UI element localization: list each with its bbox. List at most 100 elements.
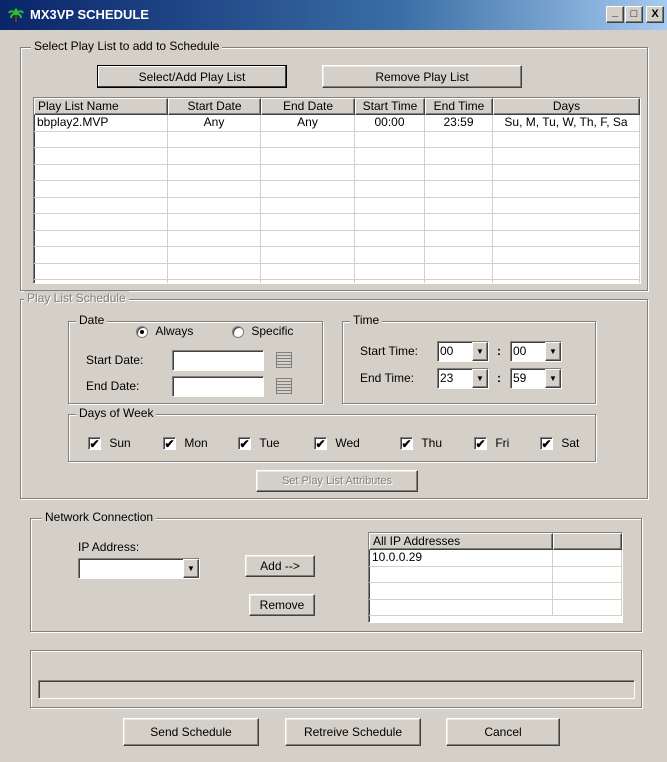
- checkmark-icon: ✔: [474, 436, 487, 451]
- chevron-down-icon[interactable]: ▼: [545, 369, 561, 388]
- table-cell: [493, 148, 640, 164]
- table-cell: [168, 247, 261, 263]
- always-radio[interactable]: Always: [136, 324, 193, 338]
- table-row[interactable]: bbplay2.MVP Any Any 00:00 23:59 Su, M, T…: [34, 115, 640, 132]
- app-palm-icon: [8, 8, 24, 22]
- checkmark-icon: ✔: [314, 436, 327, 451]
- time-separator: :: [497, 344, 501, 358]
- remove-ip-button[interactable]: Remove: [249, 594, 315, 616]
- chevron-down-icon[interactable]: ▼: [183, 559, 199, 578]
- chevron-down-icon[interactable]: ▼: [545, 342, 561, 361]
- date-group-legend: Date: [76, 313, 108, 327]
- remove-playlist-button[interactable]: Remove Play List: [322, 65, 522, 88]
- end-date-label: End Date:: [86, 379, 140, 393]
- day-checkbox-thu[interactable]: ✔ Thu: [400, 436, 442, 451]
- table-cell: [168, 181, 261, 197]
- table-cell: [355, 164, 425, 180]
- calendar-icon[interactable]: [276, 352, 292, 368]
- table-cell: [168, 164, 261, 180]
- playlist-table-header: Play List Name Start Date End Date Start…: [34, 98, 640, 115]
- end-time-label: End Time:: [360, 371, 415, 385]
- end-hour-select[interactable]: 23 ▼: [437, 368, 489, 389]
- specific-label: Specific: [251, 324, 294, 338]
- table-cell: Any: [168, 115, 261, 131]
- table-cell: Su, M, Tu, W, Th, F, Sa: [493, 115, 640, 131]
- table-cell: [369, 599, 553, 615]
- start-minute-value: 00: [513, 344, 527, 358]
- column-header[interactable]: All IP Addresses: [369, 533, 553, 550]
- start-hour-select[interactable]: 00 ▼: [437, 341, 489, 362]
- playlist-group-legend: Select Play List to add to Schedule: [31, 39, 223, 53]
- start-date-field[interactable]: [172, 350, 264, 371]
- close-button[interactable]: X: [646, 6, 664, 23]
- table-cell: [355, 280, 425, 283]
- table-cell: [493, 230, 640, 246]
- column-header[interactable]: Start Time: [355, 98, 425, 115]
- table-row-empty: [34, 131, 640, 148]
- table-cell: [425, 214, 493, 230]
- end-date-field[interactable]: [172, 376, 264, 397]
- chevron-down-icon[interactable]: ▼: [472, 369, 488, 388]
- table-cell: [553, 599, 622, 615]
- end-minute-select[interactable]: 59 ▼: [510, 368, 562, 389]
- table-cell: [34, 148, 168, 164]
- ip-address-combo[interactable]: ▼: [78, 558, 200, 579]
- minimize-icon: _: [611, 6, 619, 18]
- maximize-button[interactable]: □: [625, 6, 643, 23]
- day-checkbox-sun[interactable]: ✔ Sun: [88, 436, 131, 451]
- column-header[interactable]: End Time: [425, 98, 493, 115]
- column-header[interactable]: Start Date: [168, 98, 261, 115]
- table-cell: [34, 164, 168, 180]
- chevron-down-icon[interactable]: ▼: [472, 342, 488, 361]
- calendar-icon[interactable]: [276, 378, 292, 394]
- table-cell: [261, 280, 355, 283]
- table-cell: 23:59: [425, 115, 493, 131]
- ip-address-list[interactable]: All IP Addresses 10.0.0.29: [368, 532, 623, 623]
- table-cell: [34, 247, 168, 263]
- list-item-empty: [369, 583, 622, 600]
- day-checkbox-fri[interactable]: ✔ Fri: [474, 436, 510, 451]
- table-cell: [168, 230, 261, 246]
- day-label: Fri: [495, 436, 510, 450]
- table-row-empty: [34, 164, 640, 181]
- start-minute-select[interactable]: 00 ▼: [510, 341, 562, 362]
- day-checkbox-wed[interactable]: ✔ Wed: [314, 436, 360, 451]
- title-bar[interactable]: MX3VP SCHEDULE _ □ X: [0, 0, 667, 30]
- table-cell: [355, 197, 425, 213]
- table-cell: Any: [261, 115, 355, 131]
- ip-address-label: IP Address:: [78, 540, 140, 554]
- day-checkbox-mon[interactable]: ✔ Mon: [163, 436, 208, 451]
- column-header[interactable]: Days: [493, 98, 640, 115]
- set-playlist-attributes-button[interactable]: Set Play List Attributes: [256, 470, 418, 492]
- time-separator: :: [497, 371, 501, 385]
- ip-list-header: All IP Addresses: [369, 533, 622, 550]
- day-checkbox-sat[interactable]: ✔ Sat: [540, 436, 579, 451]
- column-header-blank[interactable]: [553, 533, 622, 550]
- specific-radio[interactable]: Specific: [232, 324, 293, 338]
- table-cell: [261, 197, 355, 213]
- column-header[interactable]: Play List Name: [34, 98, 168, 115]
- add-ip-button[interactable]: Add -->: [245, 555, 315, 577]
- checkmark-icon: ✔: [400, 436, 413, 451]
- end-minute-value: 59: [513, 371, 527, 385]
- day-checkbox-tue[interactable]: ✔ Tue: [238, 436, 280, 451]
- table-cell: [553, 550, 622, 566]
- network-group-legend: Network Connection: [42, 510, 157, 524]
- start-time-label: Start Time:: [360, 344, 419, 358]
- day-label: Tue: [259, 436, 280, 450]
- empty-rows: [34, 131, 640, 283]
- checkmark-icon: ✔: [238, 436, 251, 451]
- table-cell: [355, 247, 425, 263]
- retrieve-schedule-button[interactable]: Retreive Schedule: [285, 718, 421, 746]
- table-cell: [168, 197, 261, 213]
- list-item[interactable]: 10.0.0.29: [369, 550, 622, 567]
- minimize-button[interactable]: _: [606, 6, 624, 23]
- playlist-table[interactable]: Play List Name Start Date End Date Start…: [33, 97, 641, 284]
- column-header[interactable]: End Date: [261, 98, 355, 115]
- table-cell: [425, 148, 493, 164]
- send-schedule-button[interactable]: Send Schedule: [123, 718, 259, 746]
- end-hour-value: 23: [440, 371, 454, 385]
- table-cell: [261, 214, 355, 230]
- cancel-button[interactable]: Cancel: [446, 718, 560, 746]
- select-add-playlist-button[interactable]: Select/Add Play List: [97, 65, 287, 88]
